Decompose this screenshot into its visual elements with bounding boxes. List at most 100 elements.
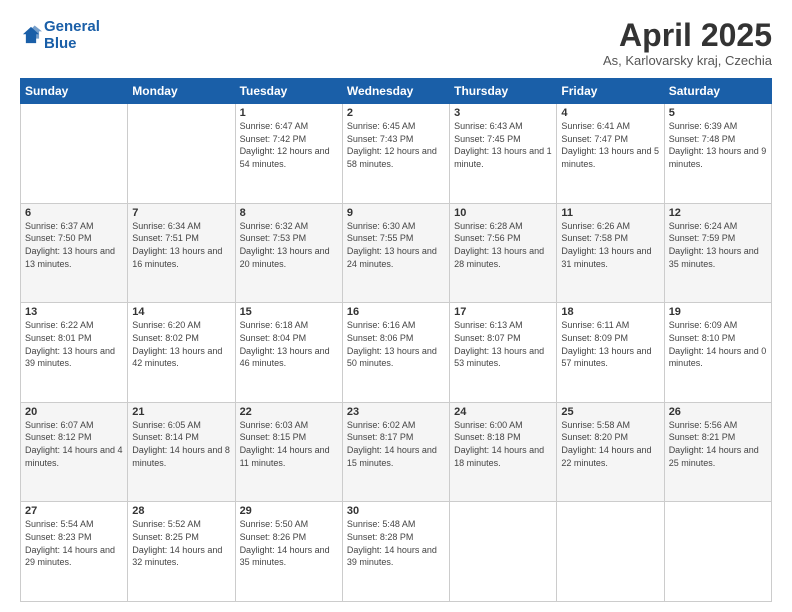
calendar-cell: 14Sunrise: 6:20 AM Sunset: 8:02 PM Dayli…	[128, 303, 235, 403]
day-info: Sunrise: 6:16 AM Sunset: 8:06 PM Dayligh…	[347, 319, 445, 369]
day-number: 16	[347, 306, 445, 318]
week-row-1: 1Sunrise: 6:47 AM Sunset: 7:42 PM Daylig…	[21, 104, 772, 204]
day-number: 24	[454, 406, 552, 418]
calendar-cell: 24Sunrise: 6:00 AM Sunset: 8:18 PM Dayli…	[450, 402, 557, 502]
day-info: Sunrise: 6:09 AM Sunset: 8:10 PM Dayligh…	[669, 319, 767, 369]
calendar-cell: 25Sunrise: 5:58 AM Sunset: 8:20 PM Dayli…	[557, 402, 664, 502]
day-info: Sunrise: 5:58 AM Sunset: 8:20 PM Dayligh…	[561, 419, 659, 469]
day-number: 5	[669, 107, 767, 119]
title-block: April 2025 As, Karlovarsky kraj, Czechia	[603, 18, 772, 68]
day-info: Sunrise: 6:20 AM Sunset: 8:02 PM Dayligh…	[132, 319, 230, 369]
day-number: 29	[240, 505, 338, 517]
calendar-cell: 29Sunrise: 5:50 AM Sunset: 8:26 PM Dayli…	[235, 502, 342, 602]
calendar-header-row: Sunday Monday Tuesday Wednesday Thursday…	[21, 79, 772, 104]
col-tuesday: Tuesday	[235, 79, 342, 104]
day-info: Sunrise: 6:32 AM Sunset: 7:53 PM Dayligh…	[240, 220, 338, 270]
col-friday: Friday	[557, 79, 664, 104]
day-info: Sunrise: 6:05 AM Sunset: 8:14 PM Dayligh…	[132, 419, 230, 469]
day-info: Sunrise: 6:43 AM Sunset: 7:45 PM Dayligh…	[454, 120, 552, 170]
day-number: 8	[240, 207, 338, 219]
calendar-cell: 23Sunrise: 6:02 AM Sunset: 8:17 PM Dayli…	[342, 402, 449, 502]
day-number: 13	[25, 306, 123, 318]
calendar-cell: 6Sunrise: 6:37 AM Sunset: 7:50 PM Daylig…	[21, 203, 128, 303]
calendar-cell	[21, 104, 128, 204]
calendar-cell	[450, 502, 557, 602]
calendar-cell: 18Sunrise: 6:11 AM Sunset: 8:09 PM Dayli…	[557, 303, 664, 403]
calendar-cell: 30Sunrise: 5:48 AM Sunset: 8:28 PM Dayli…	[342, 502, 449, 602]
day-number: 2	[347, 107, 445, 119]
col-monday: Monday	[128, 79, 235, 104]
calendar-cell: 9Sunrise: 6:30 AM Sunset: 7:55 PM Daylig…	[342, 203, 449, 303]
day-number: 18	[561, 306, 659, 318]
calendar-cell	[557, 502, 664, 602]
day-number: 22	[240, 406, 338, 418]
day-number: 26	[669, 406, 767, 418]
day-number: 14	[132, 306, 230, 318]
day-info: Sunrise: 6:34 AM Sunset: 7:51 PM Dayligh…	[132, 220, 230, 270]
day-info: Sunrise: 6:28 AM Sunset: 7:56 PM Dayligh…	[454, 220, 552, 270]
location: As, Karlovarsky kraj, Czechia	[603, 53, 772, 68]
day-info: Sunrise: 5:54 AM Sunset: 8:23 PM Dayligh…	[25, 518, 123, 568]
calendar-cell: 12Sunrise: 6:24 AM Sunset: 7:59 PM Dayli…	[664, 203, 771, 303]
col-saturday: Saturday	[664, 79, 771, 104]
day-number: 23	[347, 406, 445, 418]
calendar-cell: 22Sunrise: 6:03 AM Sunset: 8:15 PM Dayli…	[235, 402, 342, 502]
logo-icon	[20, 24, 42, 46]
week-row-5: 27Sunrise: 5:54 AM Sunset: 8:23 PM Dayli…	[21, 502, 772, 602]
week-row-3: 13Sunrise: 6:22 AM Sunset: 8:01 PM Dayli…	[21, 303, 772, 403]
week-row-2: 6Sunrise: 6:37 AM Sunset: 7:50 PM Daylig…	[21, 203, 772, 303]
day-number: 20	[25, 406, 123, 418]
calendar-cell: 10Sunrise: 6:28 AM Sunset: 7:56 PM Dayli…	[450, 203, 557, 303]
calendar-cell: 26Sunrise: 5:56 AM Sunset: 8:21 PM Dayli…	[664, 402, 771, 502]
day-info: Sunrise: 6:37 AM Sunset: 7:50 PM Dayligh…	[25, 220, 123, 270]
day-info: Sunrise: 6:39 AM Sunset: 7:48 PM Dayligh…	[669, 120, 767, 170]
day-info: Sunrise: 6:11 AM Sunset: 8:09 PM Dayligh…	[561, 319, 659, 369]
day-info: Sunrise: 6:13 AM Sunset: 8:07 PM Dayligh…	[454, 319, 552, 369]
day-number: 15	[240, 306, 338, 318]
day-number: 10	[454, 207, 552, 219]
day-info: Sunrise: 5:48 AM Sunset: 8:28 PM Dayligh…	[347, 518, 445, 568]
day-number: 27	[25, 505, 123, 517]
calendar-cell: 8Sunrise: 6:32 AM Sunset: 7:53 PM Daylig…	[235, 203, 342, 303]
day-info: Sunrise: 6:26 AM Sunset: 7:58 PM Dayligh…	[561, 220, 659, 270]
day-number: 4	[561, 107, 659, 119]
logo-text: General Blue	[44, 18, 100, 53]
calendar-cell	[128, 104, 235, 204]
day-number: 12	[669, 207, 767, 219]
header: General Blue April 2025 As, Karlovarsky …	[20, 18, 772, 68]
day-info: Sunrise: 6:07 AM Sunset: 8:12 PM Dayligh…	[25, 419, 123, 469]
calendar-cell: 28Sunrise: 5:52 AM Sunset: 8:25 PM Dayli…	[128, 502, 235, 602]
calendar-cell: 11Sunrise: 6:26 AM Sunset: 7:58 PM Dayli…	[557, 203, 664, 303]
day-number: 9	[347, 207, 445, 219]
day-number: 17	[454, 306, 552, 318]
day-info: Sunrise: 6:00 AM Sunset: 8:18 PM Dayligh…	[454, 419, 552, 469]
calendar-cell: 13Sunrise: 6:22 AM Sunset: 8:01 PM Dayli…	[21, 303, 128, 403]
calendar-cell: 16Sunrise: 6:16 AM Sunset: 8:06 PM Dayli…	[342, 303, 449, 403]
day-info: Sunrise: 6:45 AM Sunset: 7:43 PM Dayligh…	[347, 120, 445, 170]
page: General Blue April 2025 As, Karlovarsky …	[0, 0, 792, 612]
day-number: 6	[25, 207, 123, 219]
day-info: Sunrise: 5:56 AM Sunset: 8:21 PM Dayligh…	[669, 419, 767, 469]
calendar-cell: 19Sunrise: 6:09 AM Sunset: 8:10 PM Dayli…	[664, 303, 771, 403]
month-title: April 2025	[603, 18, 772, 53]
calendar-cell: 27Sunrise: 5:54 AM Sunset: 8:23 PM Dayli…	[21, 502, 128, 602]
calendar-cell: 3Sunrise: 6:43 AM Sunset: 7:45 PM Daylig…	[450, 104, 557, 204]
day-number: 3	[454, 107, 552, 119]
calendar-cell: 2Sunrise: 6:45 AM Sunset: 7:43 PM Daylig…	[342, 104, 449, 204]
col-thursday: Thursday	[450, 79, 557, 104]
logo: General Blue	[20, 18, 100, 53]
day-number: 25	[561, 406, 659, 418]
day-number: 21	[132, 406, 230, 418]
day-number: 11	[561, 207, 659, 219]
calendar-cell: 1Sunrise: 6:47 AM Sunset: 7:42 PM Daylig…	[235, 104, 342, 204]
day-info: Sunrise: 5:50 AM Sunset: 8:26 PM Dayligh…	[240, 518, 338, 568]
day-info: Sunrise: 6:18 AM Sunset: 8:04 PM Dayligh…	[240, 319, 338, 369]
day-number: 19	[669, 306, 767, 318]
calendar-cell: 17Sunrise: 6:13 AM Sunset: 8:07 PM Dayli…	[450, 303, 557, 403]
day-info: Sunrise: 6:24 AM Sunset: 7:59 PM Dayligh…	[669, 220, 767, 270]
week-row-4: 20Sunrise: 6:07 AM Sunset: 8:12 PM Dayli…	[21, 402, 772, 502]
day-info: Sunrise: 6:22 AM Sunset: 8:01 PM Dayligh…	[25, 319, 123, 369]
day-number: 28	[132, 505, 230, 517]
calendar-cell: 7Sunrise: 6:34 AM Sunset: 7:51 PM Daylig…	[128, 203, 235, 303]
day-info: Sunrise: 6:47 AM Sunset: 7:42 PM Dayligh…	[240, 120, 338, 170]
